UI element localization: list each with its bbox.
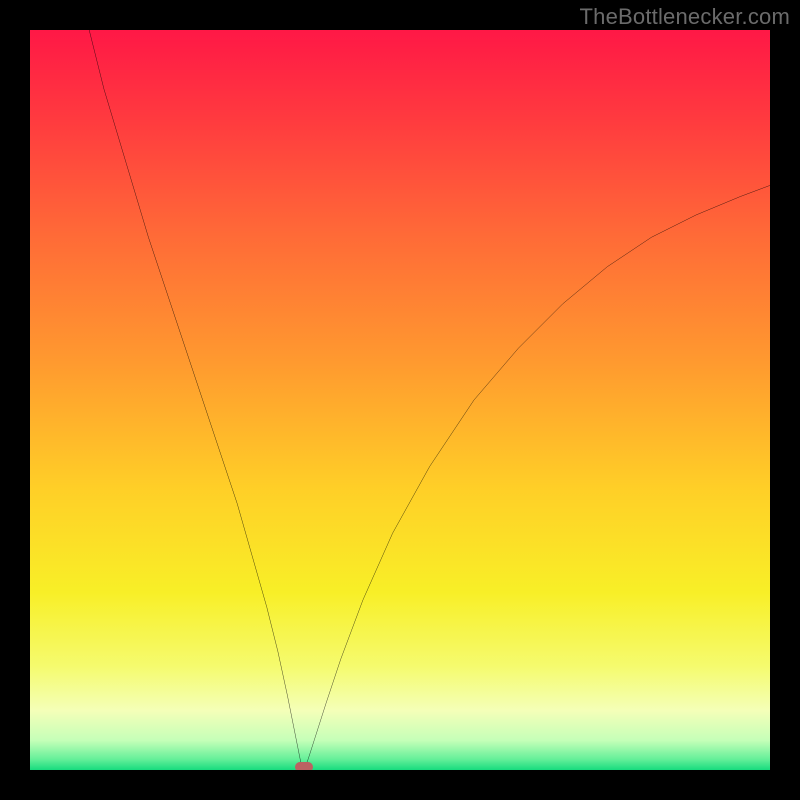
bottleneck-marker: [295, 762, 313, 770]
chart-curves: [30, 30, 770, 770]
right-branch-curve: [305, 185, 770, 768]
plot-area: [30, 30, 770, 770]
watermark-text: TheBottlenecker.com: [580, 4, 790, 30]
left-branch-curve: [89, 30, 303, 769]
chart-frame: TheBottlenecker.com: [0, 0, 800, 800]
